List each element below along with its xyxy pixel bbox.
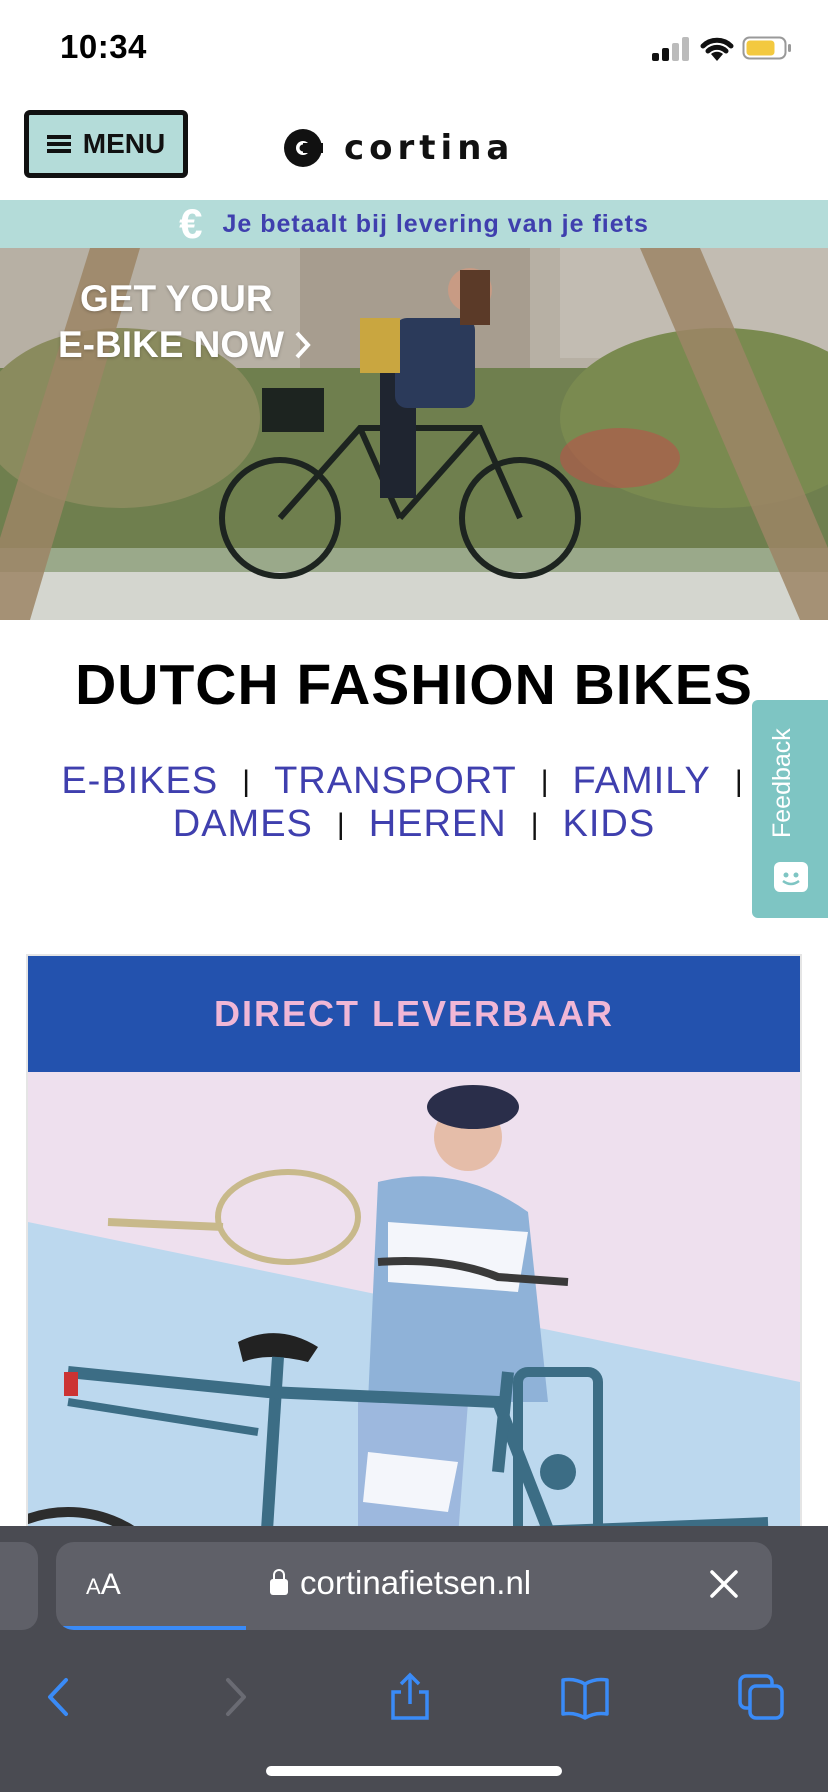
hero-cta-link[interactable]: GET YOUR E-BIKE NOW [58, 276, 312, 368]
card-header: DIRECT LEVERBAAR [28, 956, 800, 1072]
category-nav-row-2: DAMES | HEREN | KIDS [0, 803, 828, 846]
battery-icon [742, 36, 791, 60]
bookmarks-icon[interactable] [560, 1672, 610, 1722]
payment-banner-text: Je betaalt bij levering van je fiets [222, 209, 649, 238]
text-size-small-a: A [86, 1574, 101, 1599]
status-time: 10:34 [60, 28, 147, 65]
home-indicator [266, 1766, 562, 1776]
close-icon[interactable] [706, 1566, 742, 1602]
text-size-button[interactable]: AA [86, 1568, 121, 1602]
chat-face-icon [774, 862, 808, 892]
category-link-kids[interactable]: KIDS [563, 803, 656, 846]
site-header: MENU cortina [0, 100, 828, 200]
status-bar: 10:34 [0, 0, 828, 100]
text-size-large-a: A [100, 1568, 121, 1601]
payment-banner: € Je betaalt bij levering van je fiets [0, 200, 828, 248]
category-link-heren[interactable]: HEREN [369, 803, 507, 846]
separator: | [734, 764, 743, 798]
browser-toolbar [0, 1642, 828, 1752]
share-icon[interactable] [385, 1672, 435, 1722]
cellular-signal-icon [652, 37, 690, 61]
brand-logo-icon [284, 129, 323, 167]
category-link-dames[interactable]: DAMES [173, 803, 313, 846]
separator: | [540, 764, 549, 798]
previous-tab-preview[interactable] [0, 1542, 38, 1630]
brand-logo[interactable]: cortina [282, 127, 514, 169]
page-title: DUTCH FASHION BIKES [75, 653, 753, 717]
menu-button[interactable]: MENU [24, 110, 188, 178]
tabs-icon[interactable] [736, 1672, 786, 1722]
brand-wordmark: cortina [344, 128, 515, 168]
hamburger-icon [46, 135, 71, 153]
back-icon[interactable] [34, 1672, 84, 1722]
category-nav-row-1: E-BIKES | TRANSPORT | FAMILY | [0, 760, 828, 803]
url-display: cortinafietsen.nl [270, 1564, 531, 1602]
chevron-right-icon [295, 331, 312, 359]
url-text: cortinafietsen.nl [300, 1564, 532, 1601]
category-link-transport[interactable]: TRANSPORT [274, 760, 517, 803]
address-bar[interactable]: AA cortinafietsen.nl [56, 1542, 772, 1630]
page-load-progress [56, 1626, 246, 1630]
wifi-icon [700, 37, 734, 61]
browser-bottom-bar: AA cortinafietsen.nl [0, 1526, 828, 1792]
hero-cta-line2: E-BIKE NOW [58, 324, 285, 365]
lock-icon [270, 1569, 288, 1595]
category-link-family[interactable]: FAMILY [573, 760, 711, 803]
feedback-label: Feedback [768, 728, 796, 838]
card-title: DIRECT LEVERBAAR [213, 993, 614, 1034]
separator: | [530, 807, 539, 841]
feedback-tab[interactable]: Feedback [752, 700, 828, 918]
separator: | [336, 807, 345, 841]
hero-cta-line1: GET YOUR [80, 278, 273, 319]
euro-icon: € [179, 200, 203, 247]
hero-banner[interactable]: GET YOUR E-BIKE NOW [0, 248, 828, 620]
forward-icon[interactable] [210, 1672, 260, 1722]
menu-label: MENU [82, 128, 166, 159]
separator: | [242, 764, 251, 798]
category-link-e-bikes[interactable]: E-BIKES [61, 760, 218, 803]
